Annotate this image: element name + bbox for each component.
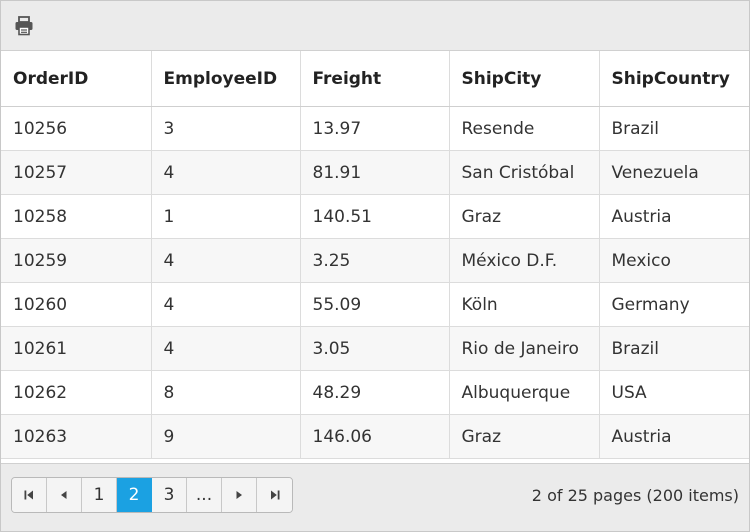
- cell-orderid: 10259: [1, 238, 152, 283]
- cell-shipcountry: Brazil: [599, 106, 749, 151]
- column-header-employeeid[interactable]: EmployeeID: [151, 51, 301, 107]
- pager-buttons: 1 2 3 ...: [11, 477, 293, 513]
- pager: 1 2 3 ... 2 of 25 pages (200 items): [1, 463, 749, 531]
- column-header-freight[interactable]: Freight: [300, 51, 450, 107]
- cell-employeeid: 3: [151, 106, 301, 151]
- previous-page-icon: [61, 491, 67, 499]
- table-row[interactable]: 10262 8 48.29 Albuquerque USA: [1, 370, 749, 415]
- first-page-button[interactable]: [12, 478, 47, 512]
- cell-shipcity: Resende: [449, 106, 600, 151]
- cell-shipcity: México D.F.: [449, 238, 600, 283]
- table-row[interactable]: 10260 4 55.09 Köln Germany: [1, 282, 749, 327]
- cell-shipcity: Graz: [449, 194, 600, 239]
- table-row[interactable]: 10263 9 146.06 Graz Austria: [1, 414, 749, 459]
- cell-shipcity: Rio de Janeiro: [449, 326, 600, 371]
- cell-freight: 81.91: [300, 150, 450, 195]
- next-page-button[interactable]: [222, 478, 257, 512]
- cell-freight: 13.97: [300, 106, 450, 151]
- cell-shipcountry: USA: [599, 370, 749, 415]
- cell-freight: 3.25: [300, 238, 450, 283]
- cell-shipcity: Köln: [449, 282, 600, 327]
- cell-shipcity: Graz: [449, 414, 600, 459]
- cell-employeeid: 9: [151, 414, 301, 459]
- pager-info: 2 of 25 pages (200 items): [531, 486, 739, 505]
- cell-freight: 55.09: [300, 282, 450, 327]
- cell-shipcity: San Cristóbal: [449, 150, 600, 195]
- cell-employeeid: 4: [151, 326, 301, 371]
- cell-orderid: 10262: [1, 370, 152, 415]
- table-row[interactable]: 10259 4 3.25 México D.F. Mexico: [1, 238, 749, 283]
- page-2-button[interactable]: 2: [117, 478, 152, 512]
- grid-toolbar: [1, 1, 749, 51]
- cell-employeeid: 1: [151, 194, 301, 239]
- cell-orderid: 10260: [1, 282, 152, 327]
- cell-shipcountry: Mexico: [599, 238, 749, 283]
- orders-table: OrderID EmployeeID Freight ShipCity Ship…: [1, 51, 749, 459]
- column-header-orderid[interactable]: OrderID: [1, 51, 152, 107]
- column-header-shipcity[interactable]: ShipCity: [449, 51, 600, 107]
- cell-orderid: 10256: [1, 106, 152, 151]
- last-page-icon: [270, 490, 279, 500]
- cell-shipcountry: Austria: [599, 194, 749, 239]
- data-grid: OrderID EmployeeID Freight ShipCity Ship…: [0, 0, 750, 532]
- cell-employeeid: 4: [151, 150, 301, 195]
- cell-employeeid: 4: [151, 282, 301, 327]
- table-row[interactable]: 10261 4 3.05 Rio de Janeiro Brazil: [1, 326, 749, 371]
- column-header-shipcountry[interactable]: ShipCountry: [599, 51, 749, 107]
- page-1-button[interactable]: 1: [82, 478, 117, 512]
- table-row[interactable]: 10256 3 13.97 Resende Brazil: [1, 106, 749, 151]
- first-page-icon: [24, 490, 33, 500]
- table-row[interactable]: 10258 1 140.51 Graz Austria: [1, 194, 749, 239]
- cell-shipcountry: Venezuela: [599, 150, 749, 195]
- table-row[interactable]: 10257 4 81.91 San Cristóbal Venezuela: [1, 150, 749, 195]
- cell-orderid: 10258: [1, 194, 152, 239]
- cell-shipcountry: Germany: [599, 282, 749, 327]
- page-3-button[interactable]: 3: [152, 478, 187, 512]
- cell-shipcountry: Brazil: [599, 326, 749, 371]
- printer-icon[interactable]: [13, 15, 35, 37]
- cell-freight: 3.05: [300, 326, 450, 371]
- cell-orderid: 10263: [1, 414, 152, 459]
- cell-orderid: 10257: [1, 150, 152, 195]
- cell-orderid: 10261: [1, 326, 152, 371]
- last-page-button[interactable]: [257, 478, 292, 512]
- cell-freight: 146.06: [300, 414, 450, 459]
- cell-freight: 140.51: [300, 194, 450, 239]
- cell-employeeid: 8: [151, 370, 301, 415]
- cell-shipcity: Albuquerque: [449, 370, 600, 415]
- header-row: OrderID EmployeeID Freight ShipCity Ship…: [1, 51, 749, 107]
- cell-employeeid: 4: [151, 238, 301, 283]
- next-page-icon: [236, 491, 242, 499]
- previous-page-button[interactable]: [47, 478, 82, 512]
- more-pages-button[interactable]: ...: [187, 478, 222, 512]
- cell-freight: 48.29: [300, 370, 450, 415]
- cell-shipcountry: Austria: [599, 414, 749, 459]
